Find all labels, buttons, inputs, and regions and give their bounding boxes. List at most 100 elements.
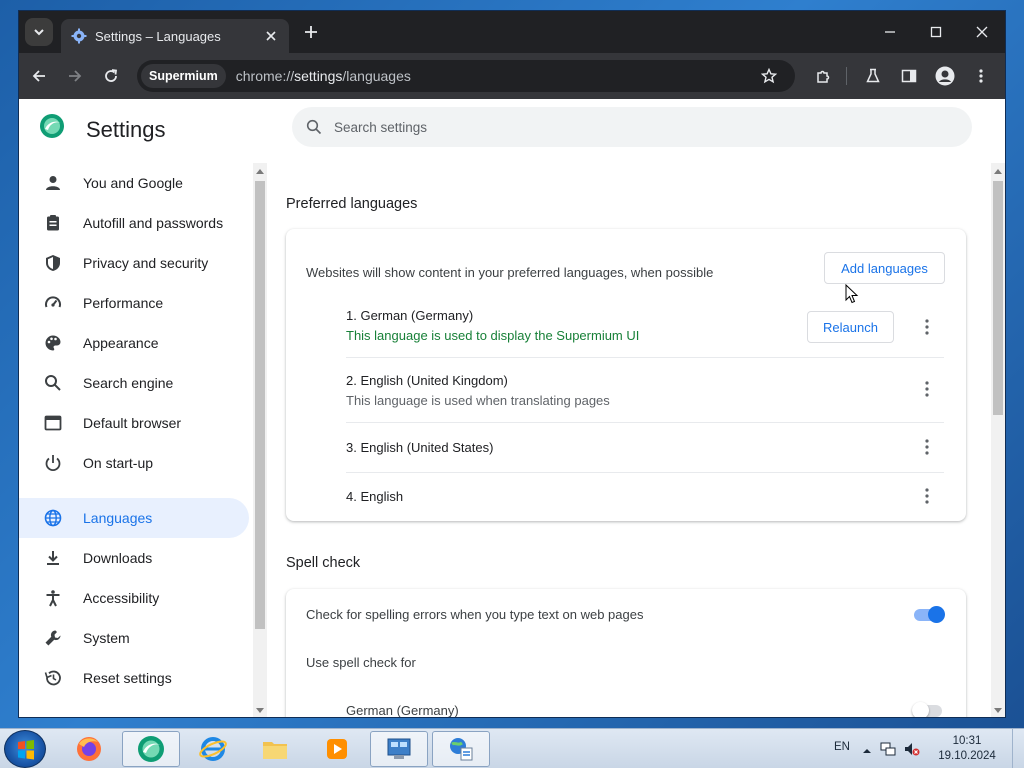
sidebar-scrollbar[interactable] xyxy=(253,163,267,717)
sidebar-item-label: Appearance xyxy=(83,335,159,351)
language-row-english-uk: 2. English (United Kingdom) This languag… xyxy=(346,357,944,422)
scroll-down-arrow-icon[interactable] xyxy=(256,708,264,713)
bookmark-star-button[interactable] xyxy=(753,60,785,92)
language-name: 2. English (United Kingdom) xyxy=(346,373,508,388)
profile-button[interactable] xyxy=(929,60,961,92)
sidebar-item-label: Performance xyxy=(83,295,164,311)
sidebar-item-label: Accessibility xyxy=(83,590,160,606)
add-languages-button[interactable]: Add languages xyxy=(824,252,945,284)
browser-window-icon xyxy=(43,413,63,433)
close-window-button[interactable] xyxy=(959,11,1005,53)
address-bar[interactable]: Supermium chrome://settings/languages xyxy=(137,60,795,92)
tab-title: Settings – Languages xyxy=(95,28,221,44)
content-scrollbar[interactable] xyxy=(991,163,1005,717)
network-globe-icon xyxy=(450,738,473,761)
spell-check-toggle[interactable] xyxy=(914,606,946,623)
sidebar-item-performance[interactable]: Performance xyxy=(19,283,249,323)
sidebar-item-languages[interactable]: Languages xyxy=(19,498,249,538)
extensions-button[interactable] xyxy=(808,60,840,92)
minimize-button[interactable] xyxy=(867,11,913,53)
taskbar-media-player[interactable] xyxy=(308,731,366,767)
volume-tray-icon[interactable] xyxy=(904,741,920,762)
language-menu-button[interactable] xyxy=(915,484,939,508)
tab-search-button[interactable] xyxy=(25,18,53,46)
search-input[interactable] xyxy=(334,119,894,135)
site-chip[interactable]: Supermium xyxy=(141,64,226,88)
taskbar-firefox[interactable] xyxy=(60,731,118,767)
sidebar-item-default-browser[interactable]: Default browser xyxy=(19,403,249,443)
scroll-down-arrow-icon[interactable] xyxy=(994,708,1002,713)
content-scroll-thumb[interactable] xyxy=(993,181,1003,415)
row-divider xyxy=(346,357,944,358)
menu-button[interactable] xyxy=(965,60,997,92)
url-text[interactable]: chrome://settings/languages xyxy=(236,68,749,84)
spell-check-language-german: German (Germany) xyxy=(346,703,459,718)
taskbar-supermium[interactable] xyxy=(122,731,180,767)
sidebar-item-label: Languages xyxy=(83,510,153,526)
spell-check-german-toggle[interactable] xyxy=(912,702,944,717)
show-hidden-icons-button[interactable] xyxy=(862,743,872,761)
reload-button[interactable] xyxy=(95,60,127,92)
language-menu-button[interactable] xyxy=(915,315,939,339)
input-language[interactable]: EN xyxy=(834,741,850,753)
arrow-left-icon xyxy=(32,70,45,82)
language-menu-button[interactable] xyxy=(915,377,939,401)
preferred-languages-card: Websites will show content in your prefe… xyxy=(286,229,966,521)
kebab-menu-icon xyxy=(925,381,929,397)
taskbar-control-panel[interactable] xyxy=(370,731,428,767)
taskbar-file-explorer[interactable] xyxy=(246,731,304,767)
language-name: 3. English (United States) xyxy=(346,440,494,455)
language-row-english: 4. English xyxy=(346,472,944,521)
shield-icon xyxy=(43,253,63,273)
window-controls xyxy=(867,11,1005,53)
forward-button[interactable] xyxy=(59,60,91,92)
sidebar-item-reset-settings[interactable]: Reset settings xyxy=(19,658,249,698)
settings-search[interactable] xyxy=(292,107,972,147)
network-tray-icon[interactable] xyxy=(880,741,896,762)
sidebar-item-label: On start-up xyxy=(83,455,154,471)
sidebar-item-you-and-google[interactable]: You and Google xyxy=(19,163,249,203)
side-panel-button[interactable] xyxy=(893,60,925,92)
mouse-cursor-icon xyxy=(845,284,859,304)
close-icon xyxy=(266,31,276,41)
sidebar-item-accessibility[interactable]: Accessibility xyxy=(19,578,249,618)
sidebar-item-search-engine[interactable]: Search engine xyxy=(19,363,249,403)
show-desktop-button[interactable] xyxy=(1012,729,1024,768)
scroll-up-arrow-icon[interactable] xyxy=(256,169,264,174)
row-divider xyxy=(346,422,944,423)
taskbar-network-app[interactable] xyxy=(432,731,490,767)
tab-settings-languages[interactable]: Settings – Languages xyxy=(61,19,289,53)
tab-close-button[interactable] xyxy=(263,28,279,44)
avatar-icon xyxy=(935,66,955,86)
language-name: 1. German (Germany) xyxy=(346,308,474,323)
language-menu-button[interactable] xyxy=(915,435,939,459)
maximize-button[interactable] xyxy=(913,11,959,53)
url-host: settings xyxy=(294,68,343,84)
sidebar-item-on-startup[interactable]: On start-up xyxy=(19,443,249,483)
scroll-up-arrow-icon[interactable] xyxy=(994,169,1002,174)
windows-logo-icon xyxy=(18,740,34,760)
browser-window: Settings – Languages Supermium chrome://… xyxy=(18,10,1006,718)
language-name: 4. English xyxy=(346,489,404,504)
side-panel-icon xyxy=(901,69,917,83)
sidebar-item-downloads[interactable]: Downloads xyxy=(19,538,249,578)
sidebar-item-appearance[interactable]: Appearance xyxy=(19,323,249,363)
sidebar-scroll-thumb[interactable] xyxy=(255,181,265,629)
relaunch-button[interactable]: Relaunch xyxy=(807,311,894,343)
sidebar-item-autofill[interactable]: Autofill and passwords xyxy=(19,203,249,243)
sidebar-item-privacy[interactable]: Privacy and security xyxy=(19,243,249,283)
chevron-down-icon xyxy=(34,29,44,36)
clock-time: 10:31 xyxy=(952,735,982,747)
globe-icon xyxy=(43,508,63,528)
taskbar-internet-explorer[interactable] xyxy=(184,731,242,767)
back-button[interactable] xyxy=(23,60,55,92)
search-icon xyxy=(306,119,322,135)
url-scheme: chrome:// xyxy=(235,68,295,84)
start-button[interactable] xyxy=(4,730,46,768)
new-tab-button[interactable] xyxy=(297,18,325,46)
folder-icon xyxy=(263,742,287,759)
clock[interactable]: 10:31 19.10.2024 xyxy=(936,734,998,764)
labs-button[interactable] xyxy=(857,60,889,92)
sidebar-item-system[interactable]: System xyxy=(19,618,249,658)
settings-page: Settings You and Google Autofill and pas… xyxy=(19,99,1005,718)
